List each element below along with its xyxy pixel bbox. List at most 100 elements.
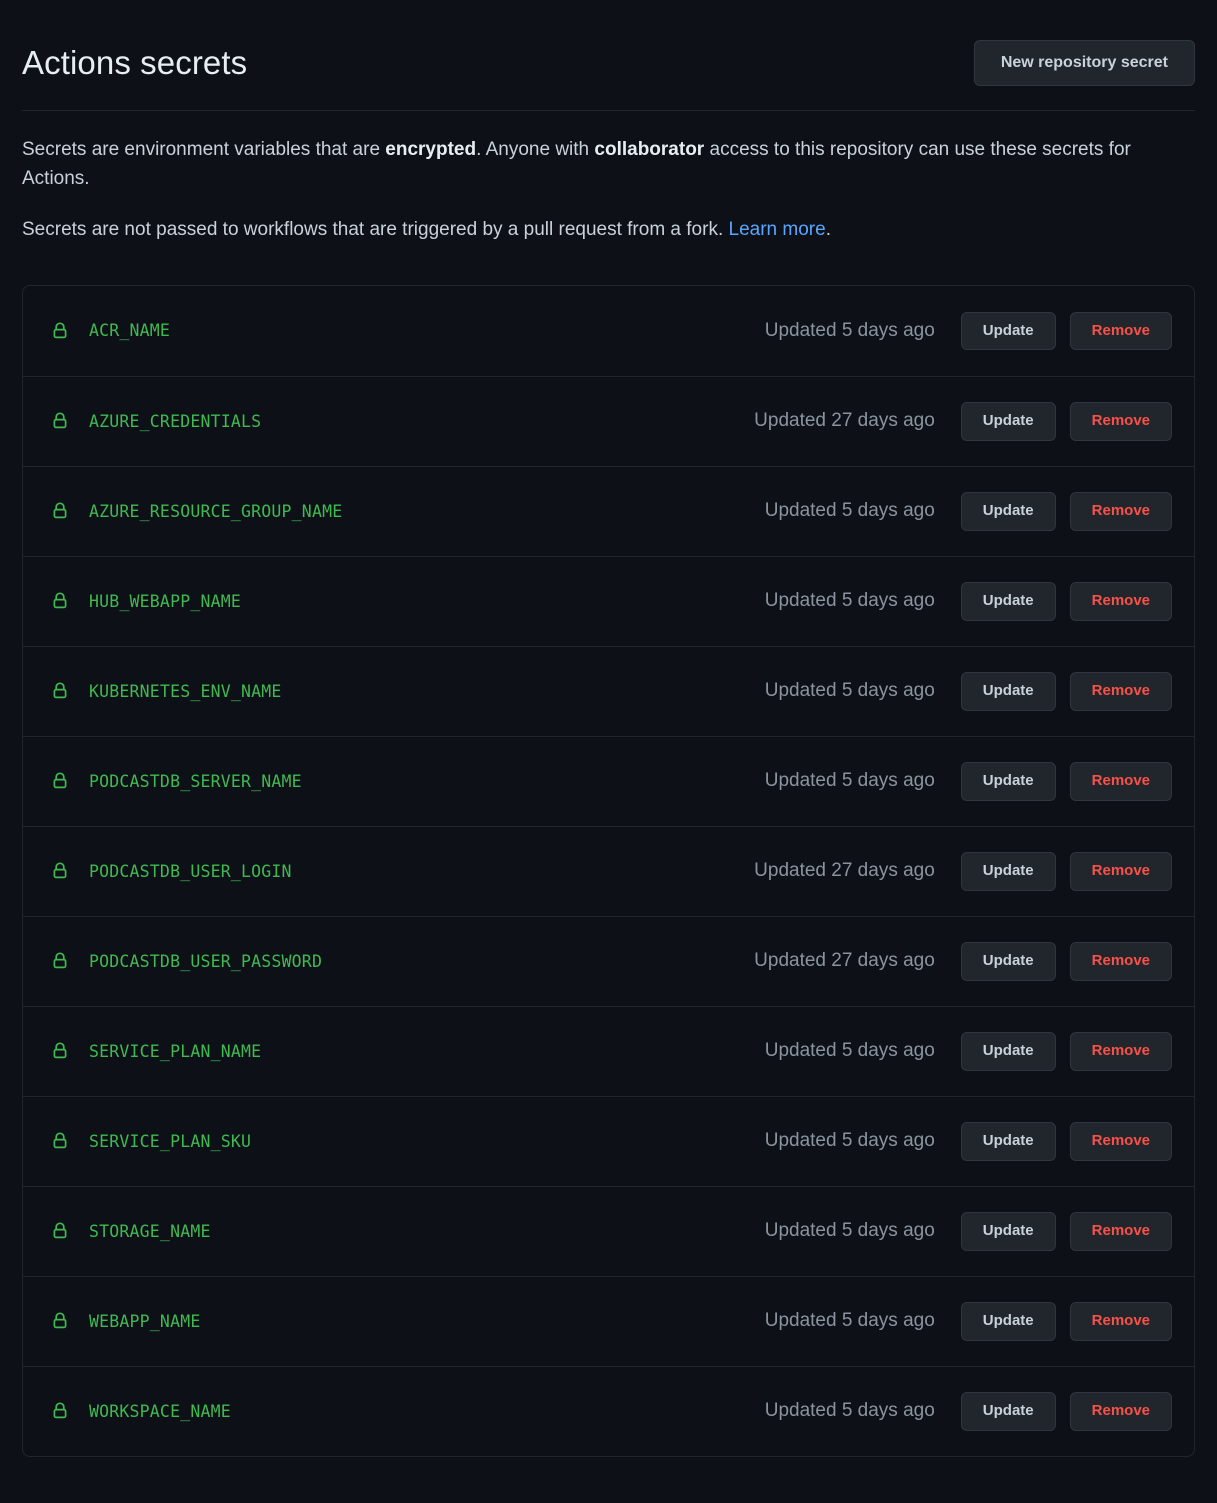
update-secret-button[interactable]: Update xyxy=(960,672,1056,711)
intro-text-4: Secrets are not passed to workflows that… xyxy=(22,219,729,241)
update-secret-button[interactable]: Update xyxy=(960,402,1056,441)
remove-secret-button[interactable]: Remove xyxy=(1069,762,1172,801)
secret-name-link[interactable]: SERVICE_PLAN_NAME xyxy=(89,1042,261,1061)
secret-updated-timestamp: Updated 5 days ago xyxy=(764,590,935,612)
secret-row-actions: Update Remove xyxy=(960,942,1172,981)
update-secret-button[interactable]: Update xyxy=(960,582,1056,621)
secret-row-actions: Update Remove xyxy=(960,402,1172,441)
intro-bold-encrypted: encrypted xyxy=(385,138,477,160)
secrets-list: ACR_NAME Updated 5 days ago Update Remov… xyxy=(22,284,1195,1457)
secret-name-link[interactable]: HUB_WEBAPP_NAME xyxy=(89,592,241,611)
lock-icon xyxy=(49,680,71,702)
lock-icon xyxy=(49,1040,71,1062)
remove-secret-button[interactable]: Remove xyxy=(1069,852,1172,891)
remove-secret-button[interactable]: Remove xyxy=(1069,1212,1172,1251)
update-secret-button[interactable]: Update xyxy=(960,1392,1056,1431)
update-secret-button[interactable]: Update xyxy=(960,852,1056,891)
secret-updated-timestamp: Updated 27 days ago xyxy=(754,860,935,882)
secret-row-actions: Update Remove xyxy=(960,762,1172,801)
secret-row: PODCASTDB_USER_PASSWORD Updated 27 days … xyxy=(23,915,1194,1006)
secret-name-link[interactable]: WORKSPACE_NAME xyxy=(89,1402,231,1421)
secret-row: PODCASTDB_USER_LOGIN Updated 27 days ago… xyxy=(23,825,1194,916)
secret-row-actions: Update Remove xyxy=(960,672,1172,711)
update-secret-button[interactable]: Update xyxy=(960,311,1056,351)
actions-secrets-page: Actions secrets New repository secret Se… xyxy=(0,0,1217,1457)
remove-secret-button[interactable]: Remove xyxy=(1069,492,1172,531)
remove-secret-button[interactable]: Remove xyxy=(1069,311,1172,351)
secret-row-actions: Update Remove xyxy=(960,1122,1172,1161)
secret-updated-timestamp: Updated 27 days ago xyxy=(754,950,935,972)
remove-secret-button[interactable]: Remove xyxy=(1069,582,1172,621)
secret-row-actions: Update Remove xyxy=(960,1392,1172,1431)
secret-row: AZURE_RESOURCE_GROUP_NAME Updated 5 days… xyxy=(23,465,1194,556)
update-secret-button[interactable]: Update xyxy=(960,1302,1056,1341)
lock-icon xyxy=(49,500,71,522)
secret-name-link[interactable]: STORAGE_NAME xyxy=(89,1222,211,1241)
secret-updated-timestamp: Updated 5 days ago xyxy=(764,1310,935,1332)
intro-text-1: Secrets are environment variables that a… xyxy=(22,138,386,160)
intro-text-5: . xyxy=(825,219,831,241)
secret-row-actions: Update Remove xyxy=(960,852,1172,891)
secret-row: STORAGE_NAME Updated 5 days ago Update R… xyxy=(23,1185,1194,1276)
secret-updated-timestamp: Updated 5 days ago xyxy=(764,319,935,341)
intro-bold-collaborator: collaborator xyxy=(594,138,705,160)
secret-updated-timestamp: Updated 5 days ago xyxy=(764,1130,935,1152)
secret-row-actions: Update Remove xyxy=(960,1212,1172,1251)
remove-secret-button[interactable]: Remove xyxy=(1069,942,1172,981)
intro-description: Secrets are environment variables that a… xyxy=(22,111,1195,245)
secret-updated-timestamp: Updated 5 days ago xyxy=(764,1040,935,1062)
secret-row: HUB_WEBAPP_NAME Updated 5 days ago Updat… xyxy=(23,555,1194,646)
lock-icon xyxy=(49,410,71,432)
secret-updated-timestamp: Updated 5 days ago xyxy=(764,1220,935,1242)
secret-name-link[interactable]: PODCASTDB_USER_PASSWORD xyxy=(89,952,322,971)
secret-row: WORKSPACE_NAME Updated 5 days ago Update… xyxy=(23,1365,1194,1456)
secret-name-link[interactable]: KUBERNETES_ENV_NAME xyxy=(89,682,282,701)
new-repository-secret-button[interactable]: New repository secret xyxy=(973,40,1195,86)
secret-row: KUBERNETES_ENV_NAME Updated 5 days ago U… xyxy=(23,645,1194,736)
secret-name-link[interactable]: PODCASTDB_SERVER_NAME xyxy=(89,772,302,791)
update-secret-button[interactable]: Update xyxy=(960,1122,1056,1161)
secret-name-link[interactable]: AZURE_CREDENTIALS xyxy=(89,412,261,431)
intro-text-2: . Anyone with xyxy=(476,138,595,160)
update-secret-button[interactable]: Update xyxy=(960,1032,1056,1071)
update-secret-button[interactable]: Update xyxy=(960,762,1056,801)
lock-icon xyxy=(49,950,71,972)
secret-row: SERVICE_PLAN_NAME Updated 5 days ago Upd… xyxy=(23,1005,1194,1096)
secret-name-link[interactable]: WEBAPP_NAME xyxy=(89,1312,200,1331)
lock-icon xyxy=(49,1310,71,1332)
remove-secret-button[interactable]: Remove xyxy=(1069,402,1172,441)
secret-name-link[interactable]: ACR_NAME xyxy=(89,321,170,340)
secret-name-link[interactable]: SERVICE_PLAN_SKU xyxy=(89,1132,251,1151)
update-secret-button[interactable]: Update xyxy=(960,492,1056,531)
secret-row: WEBAPP_NAME Updated 5 days ago Update Re… xyxy=(23,1275,1194,1366)
lock-icon xyxy=(49,770,71,792)
secret-updated-timestamp: Updated 5 days ago xyxy=(764,680,935,702)
remove-secret-button[interactable]: Remove xyxy=(1069,672,1172,711)
secret-name-link[interactable]: AZURE_RESOURCE_GROUP_NAME xyxy=(89,502,342,521)
lock-icon xyxy=(49,1400,71,1422)
remove-secret-button[interactable]: Remove xyxy=(1069,1032,1172,1071)
intro-paragraph-fork: Secrets are not passed to workflows that… xyxy=(22,215,1152,244)
secret-row-actions: Update Remove xyxy=(960,311,1172,351)
update-secret-button[interactable]: Update xyxy=(960,1212,1056,1251)
remove-secret-button[interactable]: Remove xyxy=(1069,1122,1172,1161)
lock-icon xyxy=(49,860,71,882)
remove-secret-button[interactable]: Remove xyxy=(1069,1302,1172,1341)
secret-row-actions: Update Remove xyxy=(960,1302,1172,1341)
secret-updated-timestamp: Updated 5 days ago xyxy=(764,500,935,522)
learn-more-link[interactable]: Learn more xyxy=(729,219,826,240)
lock-icon xyxy=(49,320,71,342)
page-header: Actions secrets New repository secret xyxy=(22,0,1195,111)
secret-row: AZURE_CREDENTIALS Updated 27 days ago Up… xyxy=(23,375,1194,466)
secret-name-link[interactable]: PODCASTDB_USER_LOGIN xyxy=(89,862,292,881)
lock-icon xyxy=(49,1130,71,1152)
secret-row: SERVICE_PLAN_SKU Updated 5 days ago Upda… xyxy=(23,1095,1194,1186)
secret-row-actions: Update Remove xyxy=(960,492,1172,531)
update-secret-button[interactable]: Update xyxy=(960,942,1056,981)
secret-row-actions: Update Remove xyxy=(960,582,1172,621)
secret-updated-timestamp: Updated 5 days ago xyxy=(764,1400,935,1422)
remove-secret-button[interactable]: Remove xyxy=(1069,1392,1172,1431)
lock-icon xyxy=(49,1220,71,1242)
lock-icon xyxy=(49,590,71,612)
secret-row-actions: Update Remove xyxy=(960,1032,1172,1071)
